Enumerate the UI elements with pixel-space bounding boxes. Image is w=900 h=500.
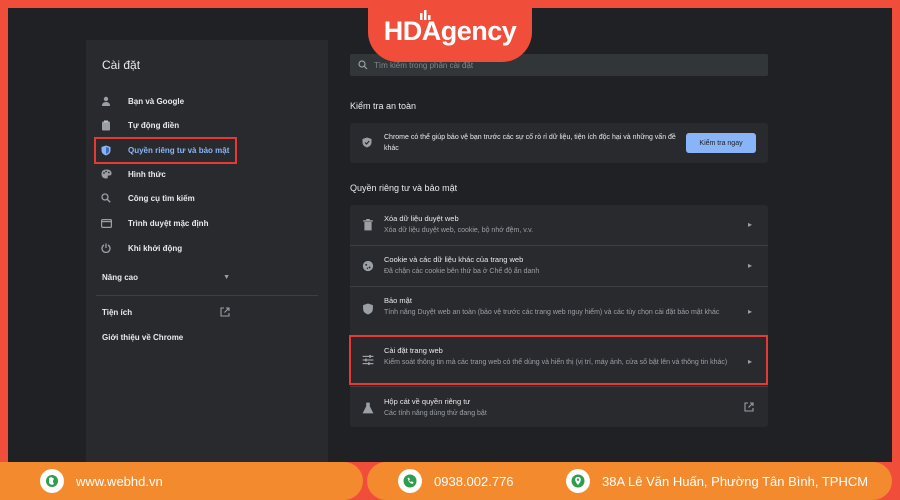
sidebar-item-label: Công cụ tìm kiếm bbox=[128, 193, 195, 203]
extensions-label: Tiện ích bbox=[102, 307, 133, 317]
sidebar-item-extensions[interactable]: Tiện ích bbox=[102, 303, 230, 321]
chevron-right-icon: ▸ bbox=[747, 307, 752, 316]
privacy-heading: Quyền riêng tư và bảo mật bbox=[350, 183, 458, 193]
row-privacy-sandbox[interactable]: Hộp cát về quyền riêng tư Các tính năng … bbox=[350, 387, 768, 427]
sidebar-item-about-chrome[interactable]: Giới thiệu về Chrome bbox=[102, 328, 183, 346]
footer-bar: www.webhd.vn 0938.002.776 38A Lê Văn Huấ… bbox=[0, 462, 900, 500]
chevron-right-icon: ▸ bbox=[747, 220, 752, 229]
sidebar-item-on-startup[interactable]: Khi khởi động bbox=[100, 239, 182, 257]
highlight-box bbox=[349, 335, 768, 385]
shield-icon bbox=[363, 303, 373, 315]
row-subtitle: Đã chặn các cookie bên thứ ba ở Chế độ ẩ… bbox=[384, 268, 540, 275]
safety-check-card: Chrome có thể giúp bảo vệ bạn trước các … bbox=[350, 123, 768, 163]
brand-name: HDAgency bbox=[383, 15, 517, 46]
sidebar-item-appearance[interactable]: Hình thức bbox=[100, 165, 166, 183]
highlight-box bbox=[94, 137, 237, 164]
row-subtitle: Xóa dữ liệu duyệt web, cookie, bộ nhớ đệ… bbox=[384, 227, 534, 234]
flask-icon bbox=[362, 402, 374, 414]
cookie-icon bbox=[362, 260, 374, 272]
sidebar-item-advanced[interactable]: Nâng cao ▼ bbox=[102, 268, 230, 286]
row-title: Cookie và các dữ liệu khác của trang web bbox=[384, 255, 524, 264]
sidebar-item-search-engine[interactable]: Công cụ tìm kiếm bbox=[100, 189, 195, 207]
row-title: Bảo mật bbox=[384, 296, 412, 305]
website-text: www.webhd.vn bbox=[76, 473, 163, 489]
sidebar-item-default-browser[interactable]: Trình duyệt mặc định bbox=[100, 214, 208, 232]
trash-icon bbox=[363, 219, 373, 231]
logo-mark-icon bbox=[420, 10, 431, 20]
row-cookies[interactable]: Cookie và các dữ liệu khác của trang web… bbox=[350, 246, 768, 284]
sidebar-item-label: Hình thức bbox=[128, 169, 166, 179]
search-icon bbox=[100, 192, 112, 204]
clipboard-icon bbox=[100, 119, 112, 131]
check-now-button[interactable]: Kiểm tra ngay bbox=[686, 133, 756, 153]
browser-icon bbox=[100, 217, 112, 229]
sidebar-item-label: Bạn và Google bbox=[128, 96, 185, 106]
chevron-down-icon: ▼ bbox=[223, 273, 230, 281]
external-link-icon bbox=[220, 307, 230, 317]
row-title: Xóa dữ liệu duyệt web bbox=[384, 214, 459, 223]
shield-check-icon bbox=[362, 137, 372, 148]
phone-icon bbox=[398, 469, 422, 493]
location-pin-icon bbox=[566, 469, 590, 493]
sidebar-item-you-and-google[interactable]: Bạn và Google bbox=[100, 92, 184, 110]
about-label: Giới thiệu về Chrome bbox=[102, 332, 184, 342]
phone-text: 0938.002.776 bbox=[434, 473, 514, 489]
search-icon bbox=[358, 60, 368, 70]
row-clear-browsing-data[interactable]: Xóa dữ liệu duyệt web Xóa dữ liệu duyệt … bbox=[350, 205, 768, 243]
external-link-icon bbox=[744, 402, 754, 412]
sidebar-item-label: Khi khởi động bbox=[128, 243, 183, 253]
address-text: 38A Lê Văn Huấn, Phường Tân Bình, TPHCM bbox=[602, 473, 869, 489]
row-subtitle: Các tính năng dùng thử đang bật bbox=[384, 410, 487, 417]
footer-phone[interactable]: 0938.002.776 bbox=[398, 462, 514, 500]
globe-icon bbox=[40, 469, 64, 493]
footer-website[interactable]: www.webhd.vn bbox=[40, 462, 163, 500]
brand-logo: HDAgency bbox=[368, 0, 532, 62]
safety-check-text: Chrome có thể giúp bảo vệ bạn trước các … bbox=[384, 134, 676, 152]
privacy-card: Xóa dữ liệu duyệt web Xóa dữ liệu duyệt … bbox=[350, 205, 768, 427]
safety-check-heading: Kiểm tra an toàn bbox=[350, 101, 417, 111]
sidebar-item-label: Tự động điền bbox=[128, 120, 180, 130]
person-icon bbox=[100, 95, 112, 107]
sidebar-item-label: Trình duyệt mặc định bbox=[128, 218, 209, 228]
footer-address[interactable]: 38A Lê Văn Huấn, Phường Tân Bình, TPHCM bbox=[566, 462, 868, 500]
sidebar-divider bbox=[96, 295, 318, 296]
row-subtitle: Tính năng Duyệt web an toàn (bảo vệ trướ… bbox=[384, 309, 720, 316]
page-title: Cài đặt bbox=[102, 58, 141, 72]
row-security[interactable]: Bảo mật Tính năng Duyệt web an toàn (bảo… bbox=[350, 287, 768, 333]
chevron-right-icon: ▸ bbox=[747, 261, 752, 270]
power-icon bbox=[100, 242, 112, 254]
palette-icon bbox=[100, 168, 112, 180]
row-title: Hộp cát về quyền riêng tư bbox=[384, 397, 471, 406]
sidebar-item-autofill[interactable]: Tự động điền bbox=[100, 116, 179, 134]
advanced-label: Nâng cao bbox=[102, 272, 139, 282]
